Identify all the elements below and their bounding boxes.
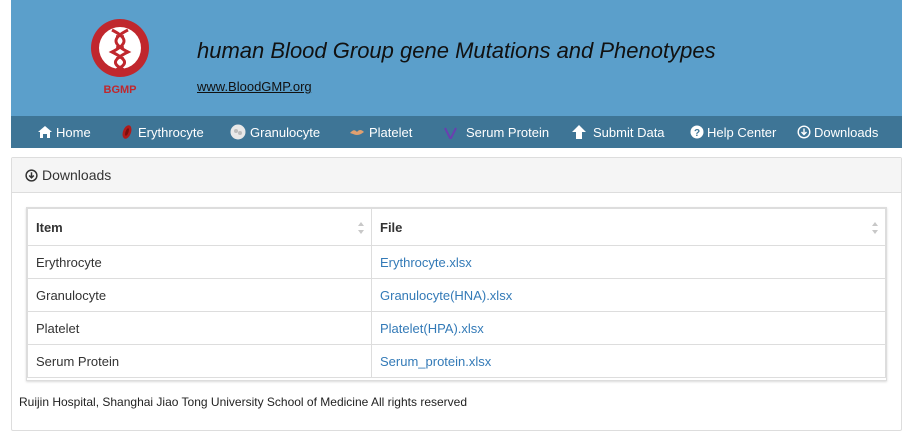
item-cell: Serum Protein bbox=[27, 344, 372, 378]
file-cell: Granulocyte(HNA).xlsx bbox=[371, 278, 886, 312]
download-circle-icon bbox=[797, 125, 811, 139]
nav-label-downloads: Downloads bbox=[814, 124, 879, 140]
download-circle-icon bbox=[25, 168, 38, 182]
site-title: human Blood Group gene Mutations and Phe… bbox=[197, 38, 716, 63]
nav-label-submit-data: Submit Data bbox=[593, 124, 665, 140]
file-link-serum-protein[interactable]: Serum_protein.xlsx bbox=[380, 354, 491, 369]
file-link-erythrocyte[interactable]: Erythrocyte.xlsx bbox=[380, 255, 472, 270]
nav-item-home[interactable]: Home bbox=[37, 116, 91, 148]
table-row: Platelet Platelet(HPA).xlsx bbox=[27, 311, 886, 345]
table-row: Erythrocyte Erythrocyte.xlsx bbox=[27, 245, 886, 279]
site-url-link[interactable]: www.BloodGMP.org bbox=[197, 79, 312, 94]
panel-title-text: Downloads bbox=[42, 167, 112, 183]
item-cell: Erythrocyte bbox=[27, 245, 372, 279]
nav-item-help-center[interactable]: ? Help Center bbox=[690, 116, 776, 148]
table-row: Granulocyte Granulocyte(HNA).xlsx bbox=[27, 278, 886, 312]
question-circle-icon: ? bbox=[690, 125, 704, 139]
nav-label-home: Home bbox=[56, 124, 91, 140]
nav-item-platelet[interactable]: Platelet bbox=[348, 116, 412, 148]
nav-item-erythrocyte[interactable]: Erythrocyte bbox=[119, 116, 204, 148]
panel-heading: Downloads bbox=[12, 158, 901, 193]
bgmp-logo[interactable]: BGMP bbox=[90, 18, 150, 96]
nav-item-serum-protein[interactable]: Serum Protein bbox=[441, 116, 549, 148]
nav-item-downloads[interactable]: Downloads bbox=[797, 116, 878, 148]
nav-label-help-center: Help Center bbox=[707, 124, 777, 140]
upload-arrow-icon bbox=[572, 125, 586, 139]
svg-text:?: ? bbox=[694, 128, 700, 139]
downloads-table: Item File Erythrocyte Erythrocyte.xlsx G… bbox=[27, 208, 886, 378]
item-cell: Granulocyte bbox=[27, 278, 372, 312]
file-cell: Platelet(HPA).xlsx bbox=[371, 311, 886, 345]
table-header-row: Item File bbox=[27, 208, 886, 246]
home-icon bbox=[38, 126, 52, 138]
file-link-platelet[interactable]: Platelet(HPA).xlsx bbox=[380, 321, 484, 336]
nav-label-platelet: Platelet bbox=[369, 124, 413, 140]
erythrocyte-icon bbox=[122, 125, 132, 139]
panel-title: Downloads bbox=[25, 167, 111, 183]
table-row: Serum Protein Serum_protein.xlsx bbox=[27, 344, 886, 378]
granulocyte-icon bbox=[230, 124, 246, 140]
column-header-item[interactable]: Item bbox=[27, 208, 372, 246]
serum-protein-icon bbox=[444, 127, 457, 139]
downloads-table-wrapper: Item File Erythrocyte Erythrocyte.xlsx G… bbox=[26, 207, 887, 381]
column-header-file[interactable]: File bbox=[371, 208, 886, 246]
main-navbar: Home Erythrocyte Granulocyte Platelet Se… bbox=[11, 116, 902, 148]
item-cell: Platelet bbox=[27, 311, 372, 345]
nav-label-granulocyte: Granulocyte bbox=[250, 124, 321, 140]
nav-item-submit-data[interactable]: Submit Data bbox=[571, 116, 665, 148]
sort-icon bbox=[872, 222, 878, 234]
logo-text: BGMP bbox=[104, 84, 137, 96]
platelet-icon bbox=[350, 130, 364, 135]
nav-label-serum-protein: Serum Protein bbox=[466, 124, 550, 140]
file-link-granulocyte[interactable]: Granulocyte(HNA).xlsx bbox=[380, 288, 512, 303]
footer-copyright: Ruijin Hospital, Shanghai Jiao Tong Univ… bbox=[19, 395, 468, 409]
site-header: BGMP human Blood Group gene Mutations an… bbox=[11, 0, 902, 116]
file-cell: Serum_protein.xlsx bbox=[371, 344, 886, 378]
nav-label-erythrocyte: Erythrocyte bbox=[138, 124, 204, 140]
downloads-panel: Downloads Item File Erythrocyte Erythroc… bbox=[11, 157, 902, 431]
file-cell: Erythrocyte.xlsx bbox=[371, 245, 886, 279]
nav-item-granulocyte[interactable]: Granulocyte bbox=[229, 116, 320, 148]
sort-icon bbox=[358, 222, 364, 234]
